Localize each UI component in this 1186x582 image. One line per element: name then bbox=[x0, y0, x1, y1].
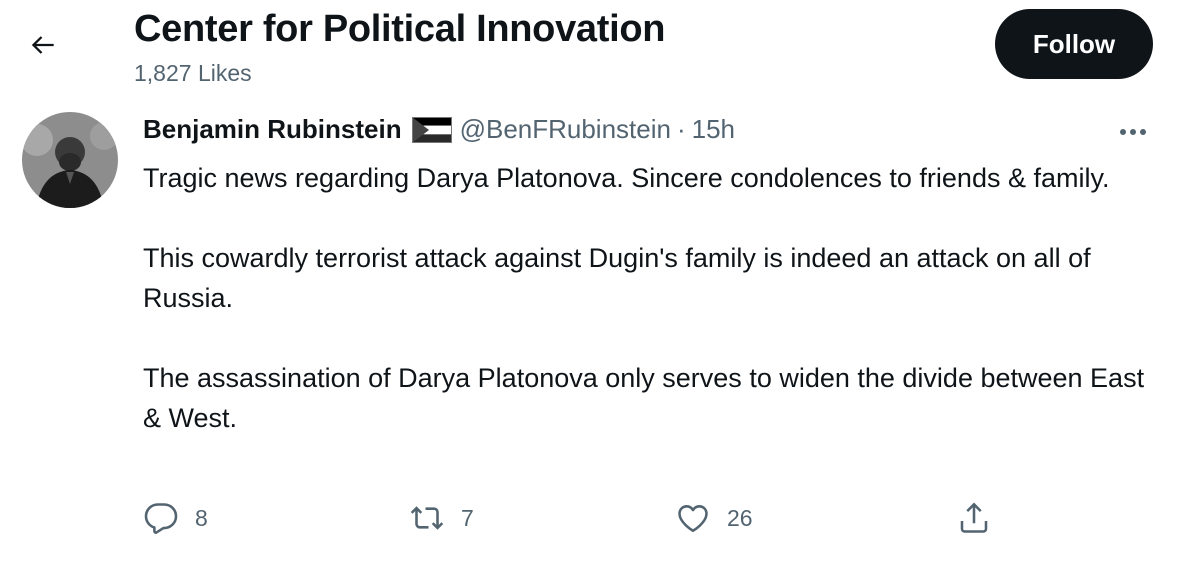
dot-separator: · bbox=[676, 114, 686, 144]
reply-button[interactable]: 8 bbox=[143, 500, 208, 536]
tweet-paragraph: This cowardly terrorist attack against D… bbox=[143, 243, 1091, 313]
tweet-paragraph: The assassination of Darya Platonova onl… bbox=[143, 363, 1145, 433]
tweet-paragraph: Tragic news regarding Darya Platonova. S… bbox=[143, 163, 1110, 193]
share-icon bbox=[960, 502, 988, 533]
arrow-left-icon bbox=[31, 36, 54, 54]
share-button[interactable] bbox=[956, 500, 992, 536]
timestamp[interactable]: 15h bbox=[692, 114, 735, 145]
retweet-icon bbox=[410, 506, 444, 530]
author-handle[interactable]: @BenFRubinstein bbox=[460, 114, 671, 145]
avatar[interactable] bbox=[22, 112, 118, 208]
page-title: Center for Political Innovation bbox=[134, 8, 666, 50]
tweet-actions: 8 7 26 bbox=[0, 500, 1186, 544]
palestine-flag-icon bbox=[411, 116, 452, 143]
likes-count[interactable]: 1,827 Likes bbox=[134, 60, 252, 87]
retweet-count: 7 bbox=[461, 504, 474, 531]
heart-icon bbox=[678, 505, 708, 533]
avatar-image bbox=[22, 112, 118, 208]
retweet-button[interactable]: 7 bbox=[409, 500, 474, 536]
tweet-text: Tragic news regarding Darya Platonova. S… bbox=[143, 158, 1153, 478]
more-options-button[interactable] bbox=[1115, 118, 1151, 146]
tweet-header: Benjamin Rubinstein @BenFRubinstein · 15… bbox=[143, 114, 735, 145]
reply-count: 8 bbox=[195, 504, 208, 531]
author-name[interactable]: Benjamin Rubinstein bbox=[143, 114, 402, 145]
like-count: 26 bbox=[727, 504, 753, 531]
more-horizontal-icon bbox=[1120, 129, 1146, 135]
back-button[interactable] bbox=[22, 24, 64, 66]
follow-button[interactable]: Follow bbox=[995, 9, 1153, 79]
like-button[interactable]: 26 bbox=[675, 500, 753, 536]
reply-icon bbox=[144, 503, 178, 534]
